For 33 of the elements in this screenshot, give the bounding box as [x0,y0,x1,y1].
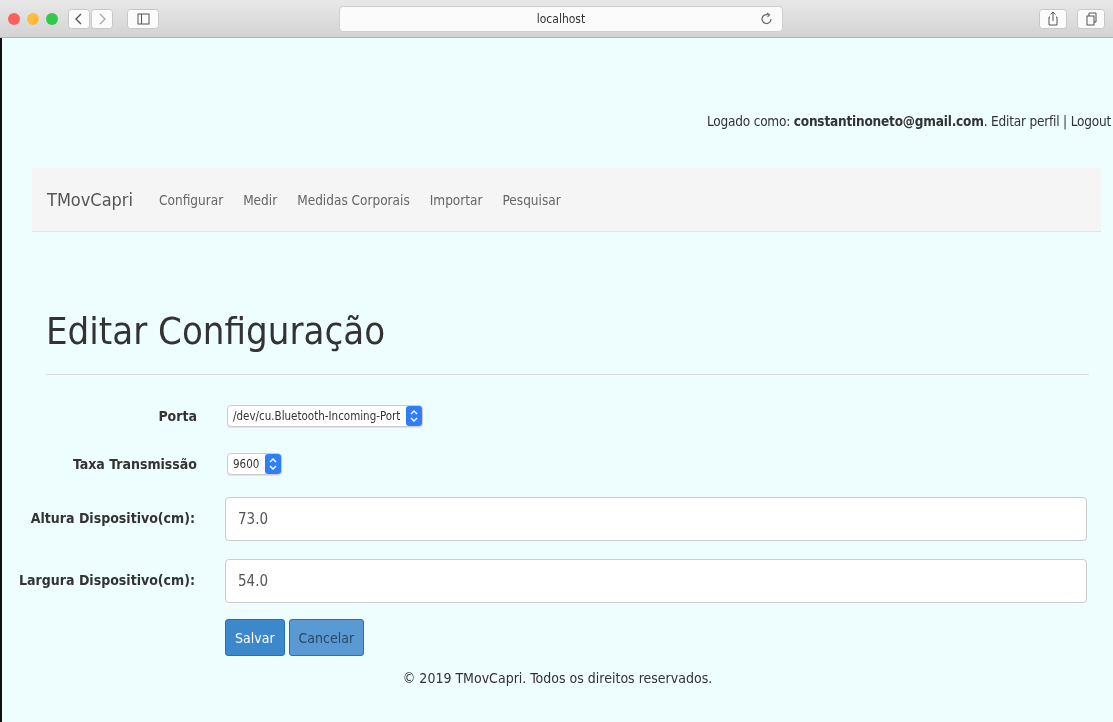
edit-profile-link[interactable]: Editar perfil [991,113,1060,129]
footer-text: © 2019 TMovCapri. Todos os direitos reservados. [401,670,714,686]
dropdown-arrows-icon [406,406,423,426]
tabs-icon[interactable] [1077,8,1105,29]
dropdown-arrows-icon [265,454,282,474]
nav-link[interactable]: Pesquisar [502,191,561,208]
minimize-icon[interactable] [27,12,39,25]
page-title: Editar Configuração [46,309,387,353]
zoom-icon[interactable] [46,12,58,25]
save-button[interactable]: Salvar [225,619,285,656]
field-label: Largura Dispositivo(cm): [18,571,195,591]
select-field[interactable]: 9600 [227,453,283,475]
separator-text: | [1062,113,1068,129]
sidebar-icon[interactable] [127,8,159,29]
brand-link[interactable]: TMovCapri [47,189,134,210]
input-field[interactable]: 73.0 [225,497,1087,541]
nav-link[interactable]: Importar [429,191,483,208]
share-icon[interactable] [1039,8,1067,29]
select-field[interactable]: /dev/cu.Bluetooth-Incoming-Port [227,405,424,427]
nav-link[interactable]: Medidas Corporais [297,191,410,208]
back-icon[interactable] [68,8,90,29]
input-field[interactable]: 54.0 [225,559,1087,603]
logout-link[interactable]: Logout [1070,113,1111,129]
nav-link[interactable]: Medir [243,191,278,208]
address-bar[interactable]: localhost [339,5,783,32]
nav-link[interactable]: Configurar [159,191,224,208]
field-label: Taxa Transmissão [71,456,198,472]
login-status-text: Logado como: constantinoneto@gmail.com. [706,113,989,129]
close-icon[interactable] [8,12,20,25]
forward-icon[interactable] [91,8,113,29]
field-label: Porta [157,408,198,424]
field-label: Altura Dispositivo(cm): [29,509,195,529]
reload-icon[interactable] [760,11,774,26]
